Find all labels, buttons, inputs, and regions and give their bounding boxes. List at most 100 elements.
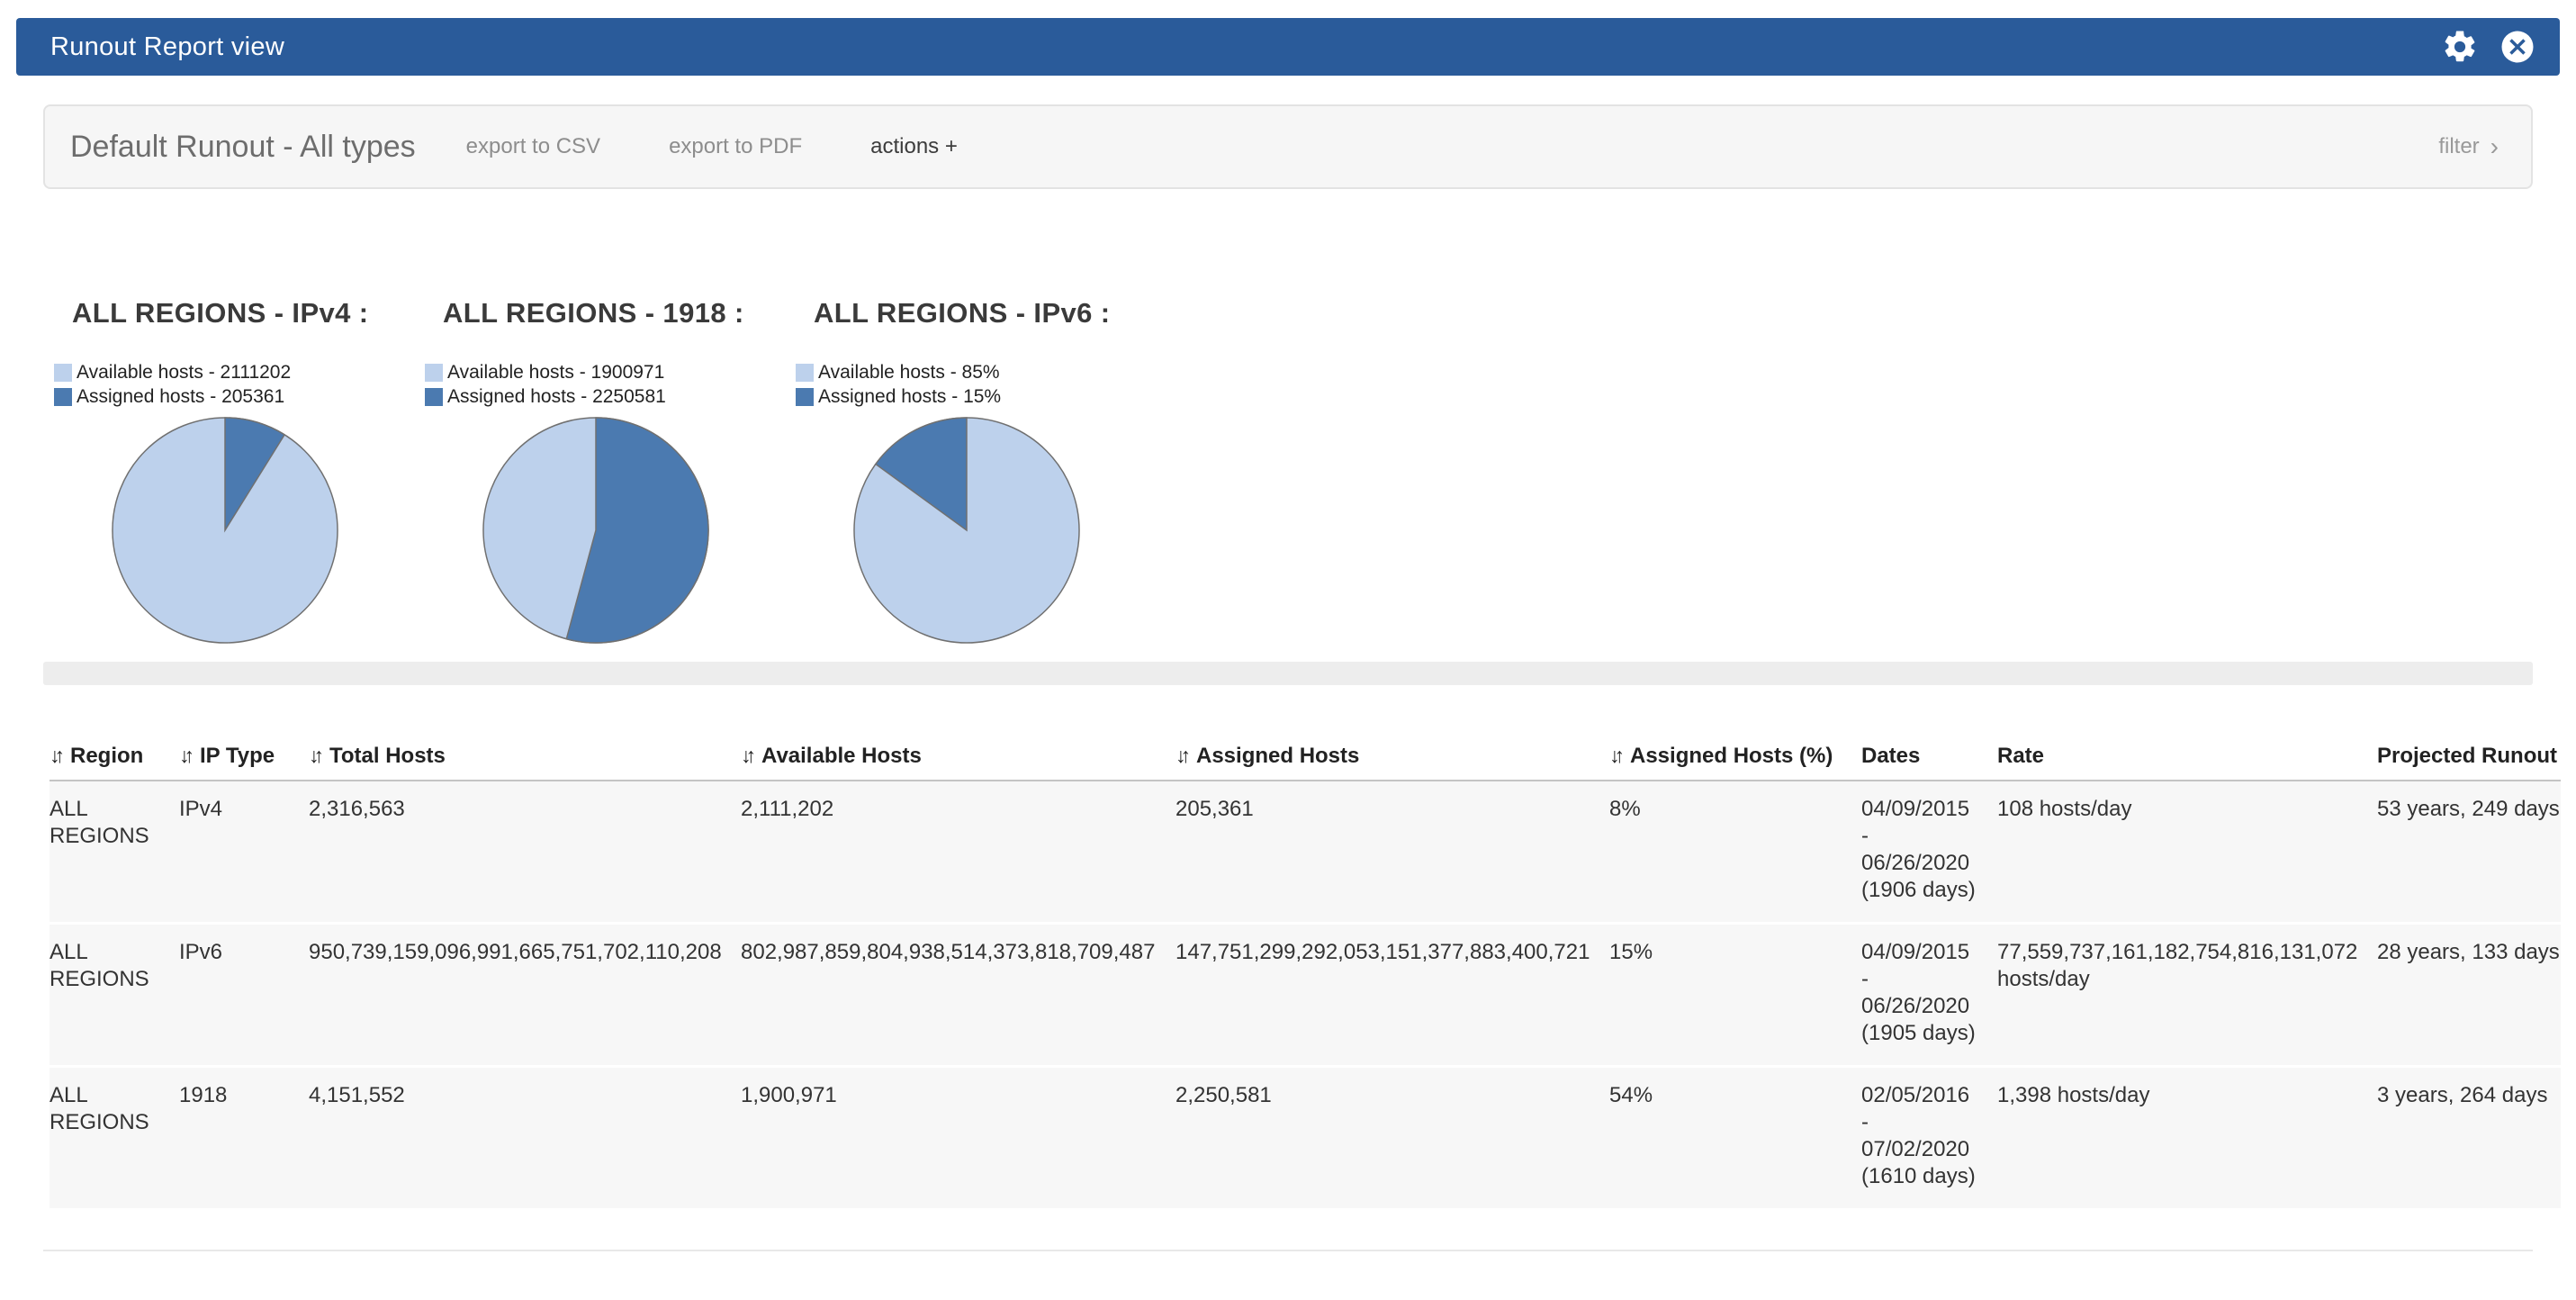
cell-ip-type: IPv4	[179, 781, 309, 922]
column-header-assigned-hosts-pct[interactable]: ↓↑ Assigned Hosts (%)	[1609, 744, 1861, 769]
column-label: Assigned Hosts	[1196, 744, 1359, 769]
export-csv-link[interactable]: export to CSV	[466, 134, 600, 159]
cell-assigned-pct: 54%	[1609, 1068, 1861, 1208]
legend-label: Assigned hosts - 2250581	[447, 386, 666, 408]
column-label: Total Hosts	[329, 744, 446, 769]
pie-chart-block-ipv4: ALL REGIONS - IPv4 : Available hosts - 2…	[72, 297, 443, 646]
titlebar-actions	[2441, 28, 2536, 66]
sort-icon: ↓↑	[50, 744, 59, 768]
pie-chart-block-ipv6: ALL REGIONS - IPv6 : Available hosts - 8…	[814, 297, 1184, 646]
filter-button[interactable]: filter ›	[2438, 134, 2499, 159]
legend-item: Assigned hosts - 15%	[796, 384, 1184, 409]
legend-item: Assigned hosts - 2250581	[425, 384, 814, 409]
cell-assigned-pct: 15%	[1609, 925, 1861, 1065]
cell-projected-runout: 53 years, 249 days	[2377, 781, 2561, 922]
date-line: 04/09/2015	[1861, 939, 1979, 966]
column-header-available-hosts[interactable]: ↓↑ Available Hosts	[741, 744, 1175, 769]
chevron-right-icon: ›	[2490, 134, 2499, 159]
column-label: Assigned Hosts (%)	[1630, 744, 1833, 769]
close-circle-icon[interactable]	[2499, 28, 2536, 66]
date-line: 07/02/2020	[1861, 1136, 1979, 1163]
pie-chart	[851, 414, 1083, 646]
column-label: IP Type	[200, 744, 275, 769]
legend-item: Assigned hosts - 205361	[54, 384, 443, 409]
column-header-projected-runout: Projected Runout	[2377, 744, 2561, 769]
filter-label: filter	[2438, 134, 2479, 159]
legend-swatch-available	[54, 364, 72, 382]
column-header-ip-type[interactable]: ↓↑ IP Type	[179, 744, 309, 769]
export-pdf-link[interactable]: export to PDF	[669, 134, 802, 159]
section-divider	[43, 662, 2533, 685]
column-label: Dates	[1861, 744, 1920, 769]
legend-swatch-available	[796, 364, 814, 382]
date-line: (1905 days)	[1861, 1020, 1979, 1047]
cell-assigned-hosts: 205,361	[1175, 781, 1609, 922]
cell-total-hosts: 2,316,563	[309, 781, 741, 922]
legend-item: Available hosts - 2111202	[54, 360, 443, 384]
cell-ip-type: 1918	[179, 1068, 309, 1208]
chart-title: ALL REGIONS - IPv4 :	[72, 297, 443, 330]
sort-icon: ↓↑	[1175, 744, 1185, 768]
window-titlebar: Runout Report view	[16, 18, 2560, 76]
date-line: 02/05/2016	[1861, 1082, 1979, 1109]
chart-title: ALL REGIONS - 1918 :	[443, 297, 814, 330]
column-label: Rate	[1997, 744, 2044, 769]
cell-assigned-pct: 8%	[1609, 781, 1861, 922]
cell-region: ALL REGIONS	[50, 1068, 179, 1208]
date-line: (1906 days)	[1861, 877, 1979, 904]
gear-icon[interactable]	[2441, 28, 2479, 66]
cell-region: ALL REGIONS	[50, 781, 179, 922]
cell-rate: 108 hosts/day	[1997, 781, 2377, 922]
date-line: 06/26/2020	[1861, 993, 1979, 1020]
date-line: 06/26/2020	[1861, 850, 1979, 877]
date-line: -	[1861, 823, 1979, 850]
runout-table: ↓↑ Region ↓↑ IP Type ↓↑ Total Hosts ↓↑ A…	[50, 744, 2561, 1211]
report-toolbar: Default Runout - All types export to CSV…	[43, 104, 2533, 189]
table-header-row: ↓↑ Region ↓↑ IP Type ↓↑ Total Hosts ↓↑ A…	[50, 744, 2561, 781]
cell-assigned-hosts: 2,250,581	[1175, 1068, 1609, 1208]
sort-icon: ↓↑	[741, 744, 751, 768]
cell-available-hosts: 1,900,971	[741, 1068, 1175, 1208]
table-row: ALL REGIONS IPv6 950,739,159,096,991,665…	[50, 925, 2561, 1065]
pie-chart	[480, 414, 712, 646]
charts-section: ALL REGIONS - IPv4 : Available hosts - 2…	[72, 297, 1184, 646]
cell-total-hosts: 950,739,159,096,991,665,751,702,110,208	[309, 925, 741, 1065]
sort-icon: ↓↑	[179, 744, 189, 768]
cell-projected-runout: 3 years, 264 days	[2377, 1068, 2561, 1208]
cell-rate: 77,559,737,161,182,754,816,131,072 hosts…	[1997, 925, 2377, 1065]
cell-available-hosts: 2,111,202	[741, 781, 1175, 922]
chart-legend: Available hosts - 2111202 Assigned hosts…	[54, 360, 443, 409]
legend-label: Assigned hosts - 15%	[818, 386, 1001, 408]
column-header-region[interactable]: ↓↑ Region	[50, 744, 179, 769]
legend-swatch-assigned	[425, 388, 443, 406]
column-label: Available Hosts	[761, 744, 922, 769]
legend-label: Available hosts - 2111202	[77, 362, 291, 384]
column-header-dates: Dates	[1861, 744, 1997, 769]
chart-legend: Available hosts - 85% Assigned hosts - 1…	[796, 360, 1184, 409]
legend-item: Available hosts - 1900971	[425, 360, 814, 384]
table-row: ALL REGIONS IPv4 2,316,563 2,111,202 205…	[50, 781, 2561, 922]
cell-ip-type: IPv6	[179, 925, 309, 1065]
cell-dates: 04/09/2015 - 06/26/2020 (1905 days)	[1861, 925, 1997, 1065]
table-row: ALL REGIONS 1918 4,151,552 1,900,971 2,2…	[50, 1068, 2561, 1208]
sort-icon: ↓↑	[309, 744, 319, 768]
chart-legend: Available hosts - 1900971 Assigned hosts…	[425, 360, 814, 409]
legend-label: Available hosts - 85%	[818, 362, 1000, 384]
chart-title: ALL REGIONS - IPv6 :	[814, 297, 1184, 330]
actions-button[interactable]: actions +	[870, 134, 958, 159]
column-header-assigned-hosts[interactable]: ↓↑ Assigned Hosts	[1175, 744, 1609, 769]
legend-label: Assigned hosts - 205361	[77, 386, 284, 408]
window-title: Runout Report view	[50, 32, 284, 62]
sort-icon: ↓↑	[1609, 744, 1619, 768]
column-header-rate: Rate	[1997, 744, 2377, 769]
panel-bottom-border	[43, 1250, 2533, 1251]
cell-region: ALL REGIONS	[50, 925, 179, 1065]
cell-assigned-hosts: 147,751,299,292,053,151,377,883,400,721	[1175, 925, 1609, 1065]
column-header-total-hosts[interactable]: ↓↑ Total Hosts	[309, 744, 741, 769]
cell-rate: 1,398 hosts/day	[1997, 1068, 2377, 1208]
date-line: (1610 days)	[1861, 1163, 1979, 1190]
legend-swatch-assigned	[796, 388, 814, 406]
date-line: 04/09/2015	[1861, 796, 1979, 823]
cell-projected-runout: 28 years, 133 days	[2377, 925, 2561, 1065]
cell-total-hosts: 4,151,552	[309, 1068, 741, 1208]
